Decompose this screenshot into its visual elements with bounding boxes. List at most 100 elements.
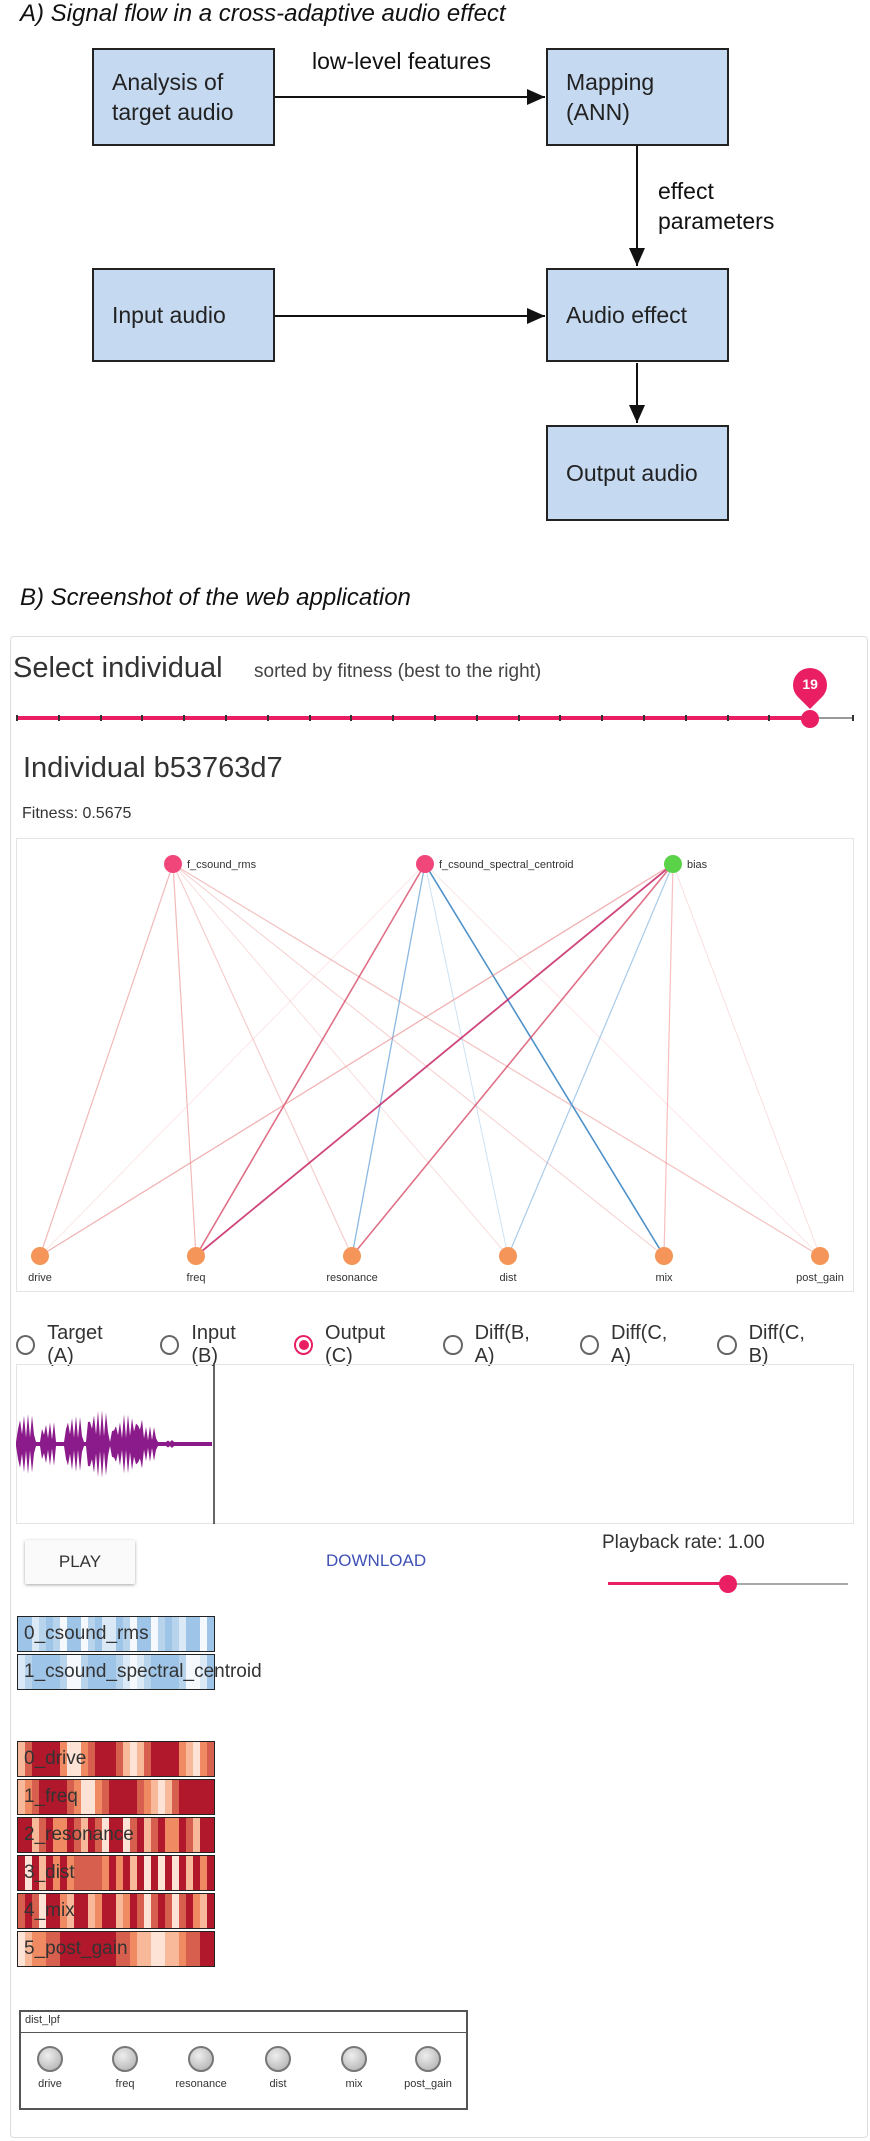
knob-mix[interactable]: mix [318,2046,390,2102]
knob-post_gain[interactable]: post_gain [392,2046,464,2102]
input-node-f_csound_spectral_centroid [416,855,434,873]
track-cell [186,1932,193,1966]
download-button[interactable]: DOWNLOAD [326,1551,426,1571]
knob-dial[interactable] [37,2046,63,2072]
track-cell [151,1780,158,1814]
track-cell [158,1818,165,1852]
knob-dial[interactable] [341,2046,367,2072]
track-cell [95,1780,102,1814]
network-link [351,863,674,1257]
playback-rate-label: Playback rate: 1.00 [602,1532,765,1553]
radio-circle[interactable] [579,1335,600,1355]
knob-label: post_gain [404,2078,452,2090]
track-cell [200,1856,207,1890]
track-cell [130,1780,137,1814]
radio-circle[interactable] [443,1335,463,1355]
track-cell [172,1780,179,1814]
knob-dial[interactable] [265,2046,291,2072]
track-cell [207,1894,214,1928]
track-cell [158,1856,165,1890]
knob-dist[interactable]: dist [242,2046,314,2102]
network-link [39,863,674,1257]
knob-freq[interactable]: freq [89,2046,161,2102]
knob-drive[interactable]: drive [14,2046,86,2102]
radio-option[interactable]: Target (A) [16,1322,130,1367]
track-label: 0_drive [24,1748,87,1769]
knob-label: dist [269,2078,287,2090]
audio-source-radios: Target (A) Input (B) Output (C) Diff(B, A) D… [16,1322,856,1367]
radio-option[interactable]: Diff(C, B) [717,1322,826,1367]
track-cell [179,1932,186,1966]
radio-option[interactable]: Diff(C, A) [579,1322,688,1367]
track-cell [151,1617,158,1651]
output-node-freq [187,1247,205,1265]
rate-thumb[interactable] [719,1575,737,1593]
track-cell [123,1856,130,1890]
track-cell [186,1617,193,1651]
track-label: 1_freq [24,1786,78,1807]
network-link [351,863,426,1257]
track-cell [165,1894,172,1928]
track-cell [207,1742,214,1776]
knob-dial[interactable] [112,2046,138,2072]
radio-option[interactable]: Input (B) [160,1322,264,1367]
radio-option[interactable]: Output (C) [293,1322,414,1367]
knob-label: drive [38,2078,62,2090]
track-cell [207,1856,214,1890]
track-cell [137,1932,144,1966]
network-link [39,863,426,1257]
knob-dial[interactable] [188,2046,214,2072]
knob-resonance[interactable]: resonance [165,2046,237,2102]
track-cell [144,1894,151,1928]
track-cell [137,1742,144,1776]
track-cell [165,1742,172,1776]
track-cell [186,1742,193,1776]
track-cell [95,1894,102,1928]
track-cell [158,1617,165,1651]
track-cell [179,1617,186,1651]
track-cell [102,1856,109,1890]
track-cell [193,1742,200,1776]
radio-circle[interactable] [16,1335,36,1355]
track-cell [179,1742,186,1776]
radio-circle[interactable] [717,1335,737,1355]
track-cell [165,1932,172,1966]
input-node-label: f_csound_spectral_centroid [439,859,574,871]
track-cell [151,1932,158,1966]
track-cell [144,1780,151,1814]
output-node-label: mix [655,1272,673,1284]
track-cell [144,1818,151,1852]
radio-label: Diff(B, A) [474,1322,530,1367]
radio-option[interactable]: Diff(B, A) [443,1322,549,1367]
track-cell [193,1818,200,1852]
track-cell [172,1818,179,1852]
network-link [424,863,665,1257]
track-cell [116,1742,123,1776]
track-cell [81,1780,88,1814]
track-cell [116,1894,123,1928]
radio-label: Output (C) [325,1322,386,1367]
rate-fill [608,1582,728,1585]
network-link [672,863,821,1257]
track-cell [186,1818,193,1852]
track-cell [158,1894,165,1928]
track-cell [123,1742,130,1776]
track-label: 3_dist [24,1862,75,1883]
track-cell [130,1932,137,1966]
track-cell [95,1856,102,1890]
radio-circle[interactable] [293,1335,314,1355]
play-button[interactable]: PLAY [25,1540,135,1584]
track-cell [186,1780,193,1814]
track-cell [207,1932,214,1966]
knob-dial[interactable] [415,2046,441,2072]
track-cell [151,1894,158,1928]
radio-circle[interactable] [160,1335,180,1355]
track-cell [200,1894,207,1928]
output-node-label: dist [499,1272,516,1284]
network-link [663,863,674,1257]
track-cell [81,1856,88,1890]
output-node-post_gain [811,1247,829,1265]
input-node-label: f_csound_rms [187,859,257,871]
track-cell [95,1742,102,1776]
playback-rate-slider[interactable] [608,1572,848,1596]
